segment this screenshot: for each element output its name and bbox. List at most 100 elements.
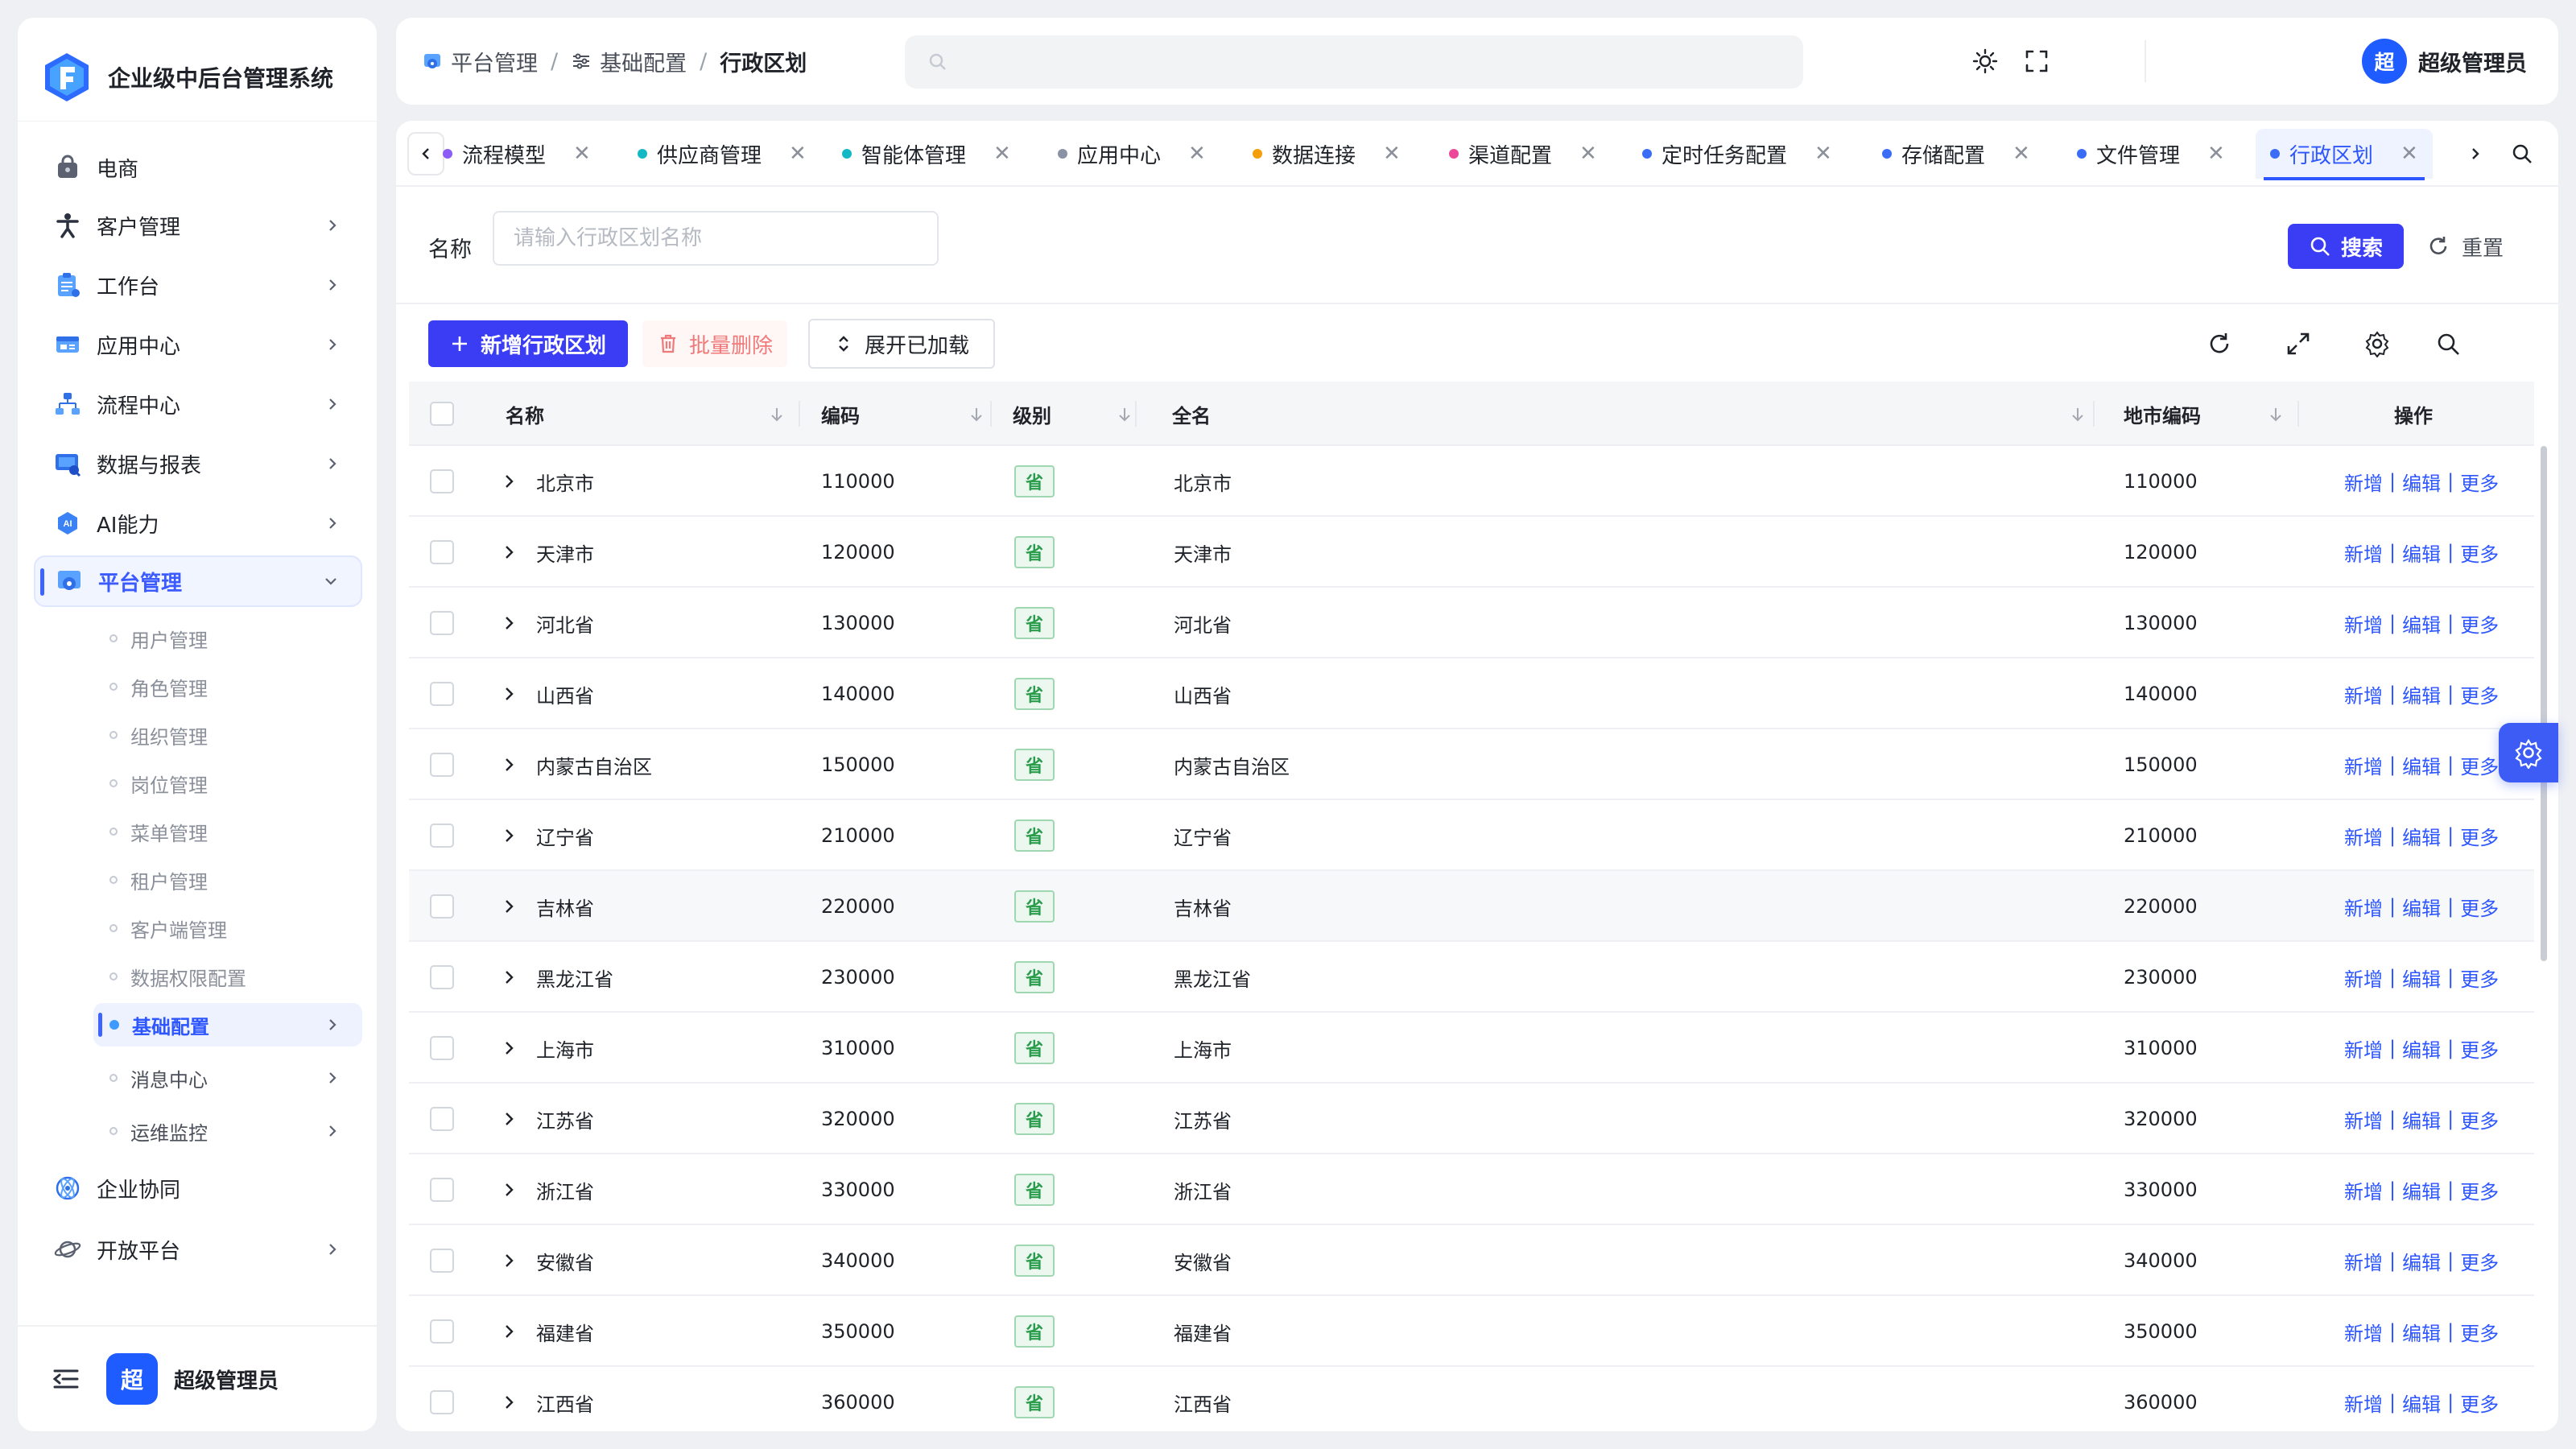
global-search-input[interactable] <box>960 35 1803 89</box>
close-icon[interactable]: ✕ <box>1814 142 1832 166</box>
gear-icon[interactable] <box>2363 330 2391 357</box>
table-row[interactable]: 北京市 110000 省 北京市 110000 新增 | 编辑 | 更多 <box>409 446 2534 517</box>
column-header-code[interactable]: 编码 <box>821 382 1008 446</box>
sort-icon[interactable] <box>1116 406 1133 423</box>
sidebar-subitem-roles[interactable]: 角色管理 <box>93 665 362 708</box>
table-row[interactable]: 安徽省 340000 省 安徽省 340000 新增 | 编辑 | 更多 <box>409 1225 2534 1296</box>
sidebar-subitem-users[interactable]: 用户管理 <box>93 617 362 660</box>
row-checkbox[interactable] <box>430 682 454 706</box>
tab-item[interactable]: 智能体管理 ✕ <box>828 129 1026 179</box>
expand-chevron-icon[interactable] <box>499 613 518 633</box>
region-name-input[interactable] <box>493 211 939 266</box>
add-region-button[interactable]: 新增行政区划 <box>428 320 628 367</box>
row-edit-link[interactable]: 编辑 <box>2402 1105 2441 1133</box>
row-checkbox[interactable] <box>430 965 454 989</box>
table-row[interactable]: 黑龙江省 230000 省 黑龙江省 230000 新增 | 编辑 | 更多 <box>409 942 2534 1013</box>
close-icon[interactable]: ✕ <box>1579 142 1597 166</box>
row-edit-link[interactable]: 编辑 <box>2402 1176 2441 1204</box>
reset-button[interactable]: 重置 <box>2426 224 2504 269</box>
table-row[interactable]: 河北省 130000 省 河北省 130000 新增 | 编辑 | 更多 <box>409 588 2534 658</box>
row-add-link[interactable]: 新增 <box>2344 539 2383 567</box>
table-scrollbar[interactable] <box>2541 446 2547 961</box>
expand-chevron-icon[interactable] <box>499 1251 518 1270</box>
breadcrumb-item-basic-config[interactable]: 基础配置 <box>571 46 687 77</box>
row-edit-link[interactable]: 编辑 <box>2402 1247 2441 1275</box>
user-menu[interactable]: 超 超级管理员 <box>2362 18 2527 105</box>
row-checkbox[interactable] <box>430 753 454 777</box>
sidebar-item-ecommerce[interactable]: 电商 <box>34 142 362 193</box>
tab-item[interactable]: 定时任务配置 ✕ <box>1628 129 1847 179</box>
close-icon[interactable]: ✕ <box>789 142 807 166</box>
row-more-link[interactable]: 更多 <box>2460 1389 2499 1417</box>
tab-item[interactable]: 存储配置 ✕ <box>1868 129 2045 179</box>
row-edit-link[interactable]: 编辑 <box>2402 539 2441 567</box>
row-edit-link[interactable]: 编辑 <box>2402 609 2441 638</box>
tab-search-button[interactable] <box>2504 132 2541 175</box>
row-checkbox[interactable] <box>430 1107 454 1131</box>
row-edit-link[interactable]: 编辑 <box>2402 1318 2441 1346</box>
fullscreen-table-icon[interactable] <box>2285 330 2312 357</box>
row-more-link[interactable]: 更多 <box>2460 1318 2499 1346</box>
row-add-link[interactable]: 新增 <box>2344 1034 2383 1063</box>
expand-chevron-icon[interactable] <box>499 968 518 987</box>
row-edit-link[interactable]: 编辑 <box>2402 964 2441 992</box>
row-add-link[interactable]: 新增 <box>2344 1247 2383 1275</box>
row-more-link[interactable]: 更多 <box>2460 1034 2499 1063</box>
close-icon[interactable]: ✕ <box>2207 142 2225 166</box>
row-add-link[interactable]: 新增 <box>2344 1389 2383 1417</box>
tab-scroll-right-button[interactable] <box>2457 132 2494 175</box>
column-header-level[interactable]: 级别 <box>1013 382 1174 446</box>
sort-icon[interactable] <box>2069 406 2087 423</box>
sidebar-item-flow-center[interactable]: 流程中心 <box>34 378 362 430</box>
sidebar-item-collab[interactable]: 企业协同 <box>34 1162 362 1214</box>
row-checkbox[interactable] <box>430 824 454 848</box>
checkbox[interactable] <box>430 402 454 426</box>
expand-chevron-icon[interactable] <box>499 755 518 774</box>
table-row[interactable]: 江西省 360000 省 江西省 360000 新增 | 编辑 | 更多 <box>409 1367 2534 1431</box>
expand-chevron-icon[interactable] <box>499 826 518 845</box>
row-more-link[interactable]: 更多 <box>2460 1176 2499 1204</box>
sidebar-item-workbench[interactable]: 工作台 <box>34 259 362 311</box>
global-search[interactable] <box>905 35 1803 89</box>
row-more-link[interactable]: 更多 <box>2460 893 2499 921</box>
sidebar-item-ai[interactable]: AI AI能力 <box>34 497 362 549</box>
row-add-link[interactable]: 新增 <box>2344 1176 2383 1204</box>
expand-chevron-icon[interactable] <box>499 897 518 916</box>
row-more-link[interactable]: 更多 <box>2460 539 2499 567</box>
row-checkbox[interactable] <box>430 540 454 564</box>
column-header-city-code[interactable]: 地市编码 <box>2124 382 2309 446</box>
search-icon[interactable] <box>2434 330 2462 357</box>
row-edit-link[interactable]: 编辑 <box>2402 1034 2441 1063</box>
row-add-link[interactable]: 新增 <box>2344 680 2383 708</box>
row-more-link[interactable]: 更多 <box>2460 609 2499 638</box>
expand-chevron-icon[interactable] <box>499 1322 518 1341</box>
close-icon[interactable]: ✕ <box>2401 142 2418 166</box>
row-checkbox[interactable] <box>430 1249 454 1273</box>
row-more-link[interactable]: 更多 <box>2460 468 2499 496</box>
row-more-link[interactable]: 更多 <box>2460 822 2499 850</box>
sidebar-item-platform[interactable]: 平台管理 <box>34 555 362 607</box>
row-more-link[interactable]: 更多 <box>2460 964 2499 992</box>
row-add-link[interactable]: 新增 <box>2344 964 2383 992</box>
select-all-checkbox[interactable] <box>430 382 454 446</box>
settings-float-button[interactable] <box>2499 723 2558 782</box>
row-checkbox[interactable] <box>430 1319 454 1344</box>
table-row[interactable]: 江苏省 320000 省 江苏省 320000 新增 | 编辑 | 更多 <box>409 1084 2534 1154</box>
sidebar-item-app-center[interactable]: 应用中心 <box>34 319 362 370</box>
row-add-link[interactable]: 新增 <box>2344 609 2383 638</box>
sidebar-subitem-data-permissions[interactable]: 数据权限配置 <box>93 955 362 998</box>
table-row[interactable]: 吉林省 220000 省 吉林省 220000 新增 | 编辑 | 更多 <box>409 871 2534 942</box>
row-checkbox[interactable] <box>430 611 454 635</box>
close-icon[interactable]: ✕ <box>993 142 1011 166</box>
row-checkbox[interactable] <box>430 1390 454 1414</box>
sidebar-subitem-ops[interactable]: 运维监控 <box>93 1109 362 1153</box>
close-icon[interactable]: ✕ <box>2013 142 2030 166</box>
row-edit-link[interactable]: 编辑 <box>2402 751 2441 779</box>
row-more-link[interactable]: 更多 <box>2460 1105 2499 1133</box>
sidebar-subitem-messages[interactable]: 消息中心 <box>93 1056 362 1100</box>
tab-item[interactable]: 流程模型 ✕ <box>428 129 605 179</box>
theme-toggle-icon[interactable] <box>1971 47 2000 76</box>
sidebar-subitem-orgs[interactable]: 组织管理 <box>93 713 362 757</box>
column-header-full-name[interactable]: 全名 <box>1172 382 2098 446</box>
batch-delete-button[interactable]: 批量删除 <box>642 320 787 367</box>
